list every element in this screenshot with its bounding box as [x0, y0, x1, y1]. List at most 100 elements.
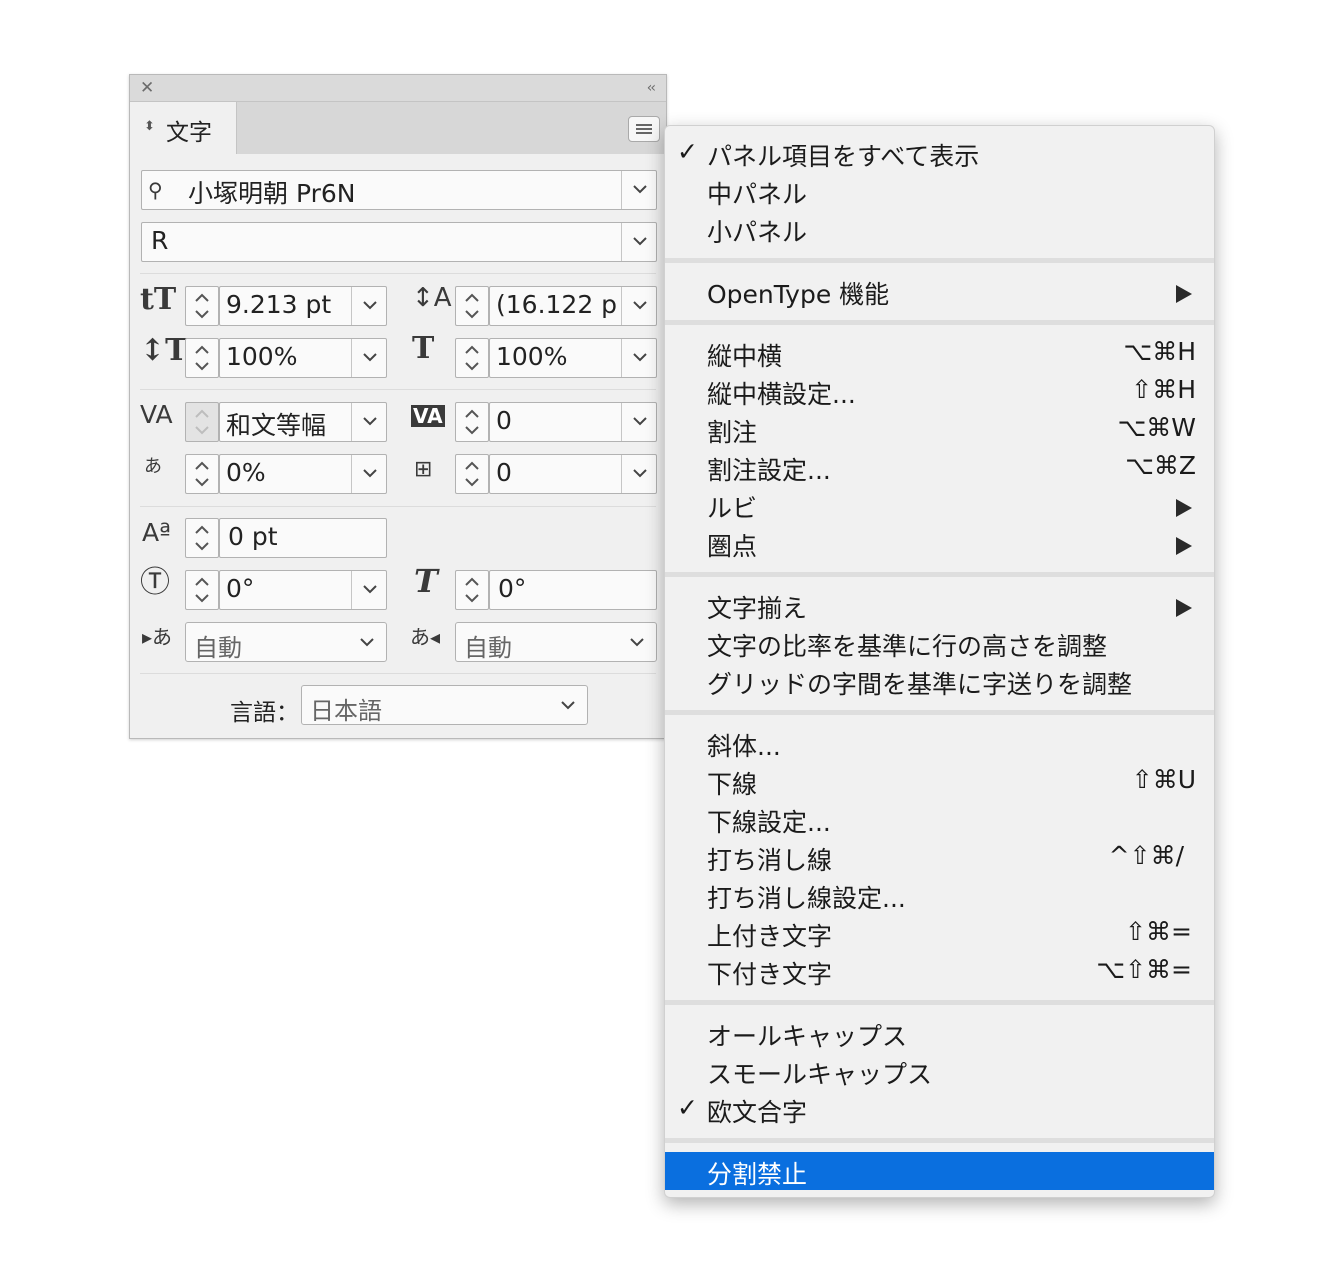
font-size-field[interactable]: 9.213 pt — [219, 286, 387, 326]
aki-before-select[interactable]: 自動 — [185, 622, 387, 662]
menu-line — [636, 128, 652, 130]
menu-item-oblique[interactable]: 斜体... — [665, 724, 1214, 762]
rotation-icon: Ⓣ — [140, 565, 170, 600]
menu-item-grid-spacing[interactable]: グリッドの字間を基準に字送りを調整 — [665, 662, 1214, 700]
tracking-icon: VA — [411, 404, 445, 428]
menu-item-underline-options[interactable]: 下線設定... — [665, 800, 1214, 838]
menu-item-strikethrough[interactable]: 打ち消し線 ^⇧⌘/ — [665, 838, 1214, 876]
menu-item-ruby[interactable]: ルビ — [665, 486, 1214, 524]
menu-item-shortcut: ⌥⇧⌘= — [1096, 955, 1192, 984]
menu-item-label: 割注 — [707, 418, 758, 447]
skew-icon: T — [414, 562, 438, 600]
chevron-down-icon[interactable] — [351, 403, 386, 441]
kerning-stepper[interactable] — [185, 402, 219, 442]
chevron-down-icon[interactable] — [621, 455, 656, 493]
menu-item-opentype[interactable]: OpenType 機能 — [665, 272, 1214, 310]
tracking-field[interactable]: 0 — [489, 402, 657, 442]
kerning-field[interactable]: 和文等幅 — [219, 402, 387, 442]
menu-item-all-caps[interactable]: オールキャップス — [665, 1014, 1214, 1052]
menu-separator — [665, 710, 1214, 715]
menu-item-character-alignment[interactable]: 文字揃え — [665, 586, 1214, 624]
menu-item-label: パネル項目をすべて表示 — [707, 142, 980, 171]
language-value: 日本語 — [310, 697, 382, 725]
menu-item-small-caps[interactable]: スモールキャップス — [665, 1052, 1214, 1090]
menu-item-line-height-scale[interactable]: 文字の比率を基準に行の高さを調整 — [665, 624, 1214, 662]
rotation-stepper[interactable] — [185, 570, 219, 610]
chevron-down-icon[interactable] — [621, 223, 656, 261]
chevron-down-icon[interactable] — [351, 455, 386, 493]
menu-item-underline[interactable]: 下線 ⇧⌘U — [665, 762, 1214, 800]
chevron-down-icon[interactable] — [351, 287, 386, 325]
font-family-value: 小塚明朝 Pr6N — [188, 179, 356, 208]
aki-after-icon: あ◂ — [410, 625, 441, 649]
horizontal-scale-field[interactable]: 100% — [489, 338, 657, 378]
menu-item-kenten[interactable]: 圏点 — [665, 524, 1214, 562]
aki-before-icon: ▸あ — [142, 625, 173, 649]
menu-item-small-panel[interactable]: 小パネル — [665, 210, 1214, 248]
menu-item-tatechuyoko[interactable]: 縦中横 ⌥⌘H — [665, 334, 1214, 372]
mojikumi-stepper[interactable] — [455, 454, 489, 494]
leading-stepper[interactable] — [455, 286, 489, 326]
menu-item-label: 欧文合字 — [707, 1098, 808, 1127]
chevron-down-icon[interactable] — [621, 171, 656, 209]
collapse-icon[interactable]: ‹‹ — [647, 77, 656, 99]
chevron-down-icon[interactable] — [621, 339, 656, 377]
kerning-icon: VA — [140, 400, 173, 429]
menu-item-label: 文字揃え — [707, 594, 808, 623]
rotation-value: 0° — [226, 574, 255, 603]
language-select[interactable]: 日本語 — [301, 685, 588, 725]
menu-item-label: オールキャップス — [707, 1022, 908, 1051]
skew-value: 0° — [498, 574, 527, 603]
menu-item-strikethrough-options[interactable]: 打ち消し線設定... — [665, 876, 1214, 914]
menu-item-label: 下線 — [707, 770, 758, 799]
panel-menu-button[interactable] — [628, 116, 660, 142]
menu-item-warichu[interactable]: 割注 ⌥⌘W — [665, 410, 1214, 448]
skew-stepper[interactable] — [455, 570, 489, 610]
divider — [140, 673, 656, 674]
font-size-icon: tT — [140, 282, 177, 317]
menu-item-label: 小パネル — [707, 218, 808, 247]
skew-field[interactable]: 0° — [489, 570, 657, 610]
chevron-down-icon[interactable] — [351, 571, 386, 609]
menu-item-label: スモールキャップス — [707, 1060, 933, 1089]
font-size-stepper[interactable] — [185, 286, 219, 326]
baseline-shift-stepper[interactable] — [185, 518, 219, 558]
menu-item-warichu-settings[interactable]: 割注設定... ⌥⌘Z — [665, 448, 1214, 486]
menu-item-label: 下線設定... — [707, 808, 831, 837]
menu-item-no-break[interactable]: 分割禁止 — [665, 1152, 1214, 1190]
menu-item-label: 割注設定... — [707, 456, 831, 485]
tsume-field[interactable]: 0% — [219, 454, 387, 494]
tracking-stepper[interactable] — [455, 402, 489, 442]
vertical-scale-field[interactable]: 100% — [219, 338, 387, 378]
chevron-down-icon[interactable] — [621, 287, 656, 325]
kerning-value: 和文等幅 — [226, 411, 327, 440]
menu-item-shortcut: ⌥⌘H — [1123, 337, 1196, 366]
tsume-stepper[interactable] — [185, 454, 219, 494]
menu-item-label: グリッドの字間を基準に字送りを調整 — [707, 670, 1133, 699]
horizontal-scale-stepper[interactable] — [455, 338, 489, 378]
close-icon[interactable]: ✕ — [140, 77, 154, 99]
aki-after-select[interactable]: 自動 — [455, 622, 657, 662]
menu-item-subscript[interactable]: 下付き文字 ⌥⇧⌘= — [665, 952, 1214, 990]
chevron-down-icon[interactable] — [351, 339, 386, 377]
leading-value: (16.122 pt) — [496, 290, 616, 319]
mojikumi-field[interactable]: 0 — [489, 454, 657, 494]
baseline-shift-field[interactable]: 0 pt — [219, 518, 387, 558]
menu-lines-icon — [636, 124, 652, 126]
menu-item-show-all[interactable]: ✓ パネル項目をすべて表示 — [665, 134, 1214, 172]
menu-item-ligatures[interactable]: ✓ 欧文合字 — [665, 1090, 1214, 1128]
menu-item-medium-panel[interactable]: 中パネル — [665, 172, 1214, 210]
chevron-down-icon — [360, 638, 374, 647]
font-style-field[interactable]: R — [141, 222, 657, 262]
menu-item-label: 圏点 — [707, 532, 758, 561]
tab-character[interactable]: ⬍ 文字 — [130, 102, 237, 154]
menu-item-shortcut: ⇧⌘= — [1125, 917, 1192, 946]
divider — [140, 273, 656, 274]
leading-field[interactable]: (16.122 pt) — [489, 286, 657, 326]
vertical-scale-stepper[interactable] — [185, 338, 219, 378]
menu-item-tatechuyoko-settings[interactable]: 縦中横設定... ⇧⌘H — [665, 372, 1214, 410]
rotation-field[interactable]: 0° — [219, 570, 387, 610]
chevron-down-icon[interactable] — [621, 403, 656, 441]
font-family-field[interactable]: ⚲ 小塚明朝 Pr6N — [141, 170, 657, 210]
menu-item-superscript[interactable]: 上付き文字 ⇧⌘= — [665, 914, 1214, 952]
